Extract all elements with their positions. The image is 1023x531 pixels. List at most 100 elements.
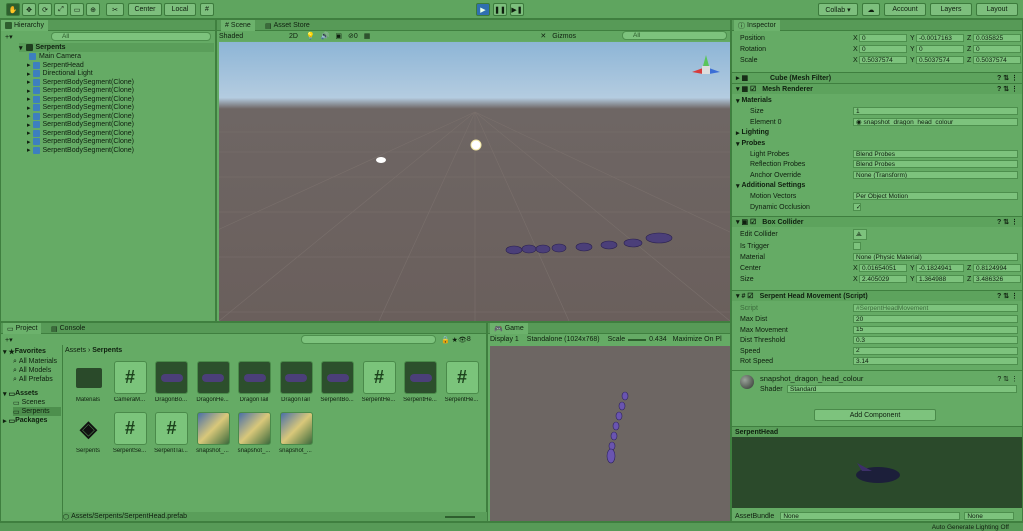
asset-tile[interactable]: # — [362, 361, 396, 394]
assetbundle-variant-dropdown[interactable]: None — [964, 512, 1015, 520]
expand-arrow-icon[interactable]: ▸ — [27, 104, 31, 112]
expand-arrow-icon[interactable]: ▸ — [27, 121, 31, 129]
transform-x-field[interactable]: 0 — [859, 45, 907, 53]
scene-viewport[interactable] — [219, 42, 730, 321]
materials-foldout[interactable]: ▾ Materials — [736, 96, 772, 105]
transform-z-field[interactable]: 0 — [973, 45, 1021, 53]
asset-tile[interactable]: # — [113, 361, 147, 394]
scale-slider[interactable] — [628, 338, 647, 341]
2d-toggle[interactable]: 2D — [289, 33, 298, 40]
component-menu-icon[interactable]: ? ⇅ ⋮ — [997, 292, 1018, 300]
lighting-foldout[interactable]: ▸ Lighting — [736, 128, 769, 137]
param-field[interactable]: 2 — [853, 346, 1018, 355]
light-icon[interactable]: 💡 — [306, 32, 315, 40]
add-component-button[interactable]: Add Component — [814, 409, 936, 421]
asset-tile[interactable] — [279, 412, 313, 445]
layers-dropdown[interactable]: Layers — [930, 3, 972, 16]
step-button[interactable]: ▶❚ — [510, 3, 524, 16]
param-field[interactable]: 15 — [853, 325, 1018, 334]
scene-root-row[interactable]: ▾ Serpents — [19, 43, 214, 52]
tab-hierarchy[interactable]: Hierarchy — [1, 20, 48, 31]
shader-dropdown[interactable]: Standard — [787, 385, 1017, 393]
resolution-dropdown[interactable]: Standalone (1024x768) — [527, 336, 600, 343]
asset-tile[interactable] — [404, 361, 437, 394]
collider-csize-y-field[interactable]: 1.364988 — [916, 275, 964, 283]
materials-size-field[interactable]: 1 — [853, 107, 1018, 115]
favorite-item[interactable]: ⌕ All Prefabs — [13, 375, 53, 384]
asset-tile[interactable]: # — [155, 412, 188, 445]
expand-arrow-icon[interactable]: ▸ — [27, 70, 31, 78]
collider-center-y-field[interactable]: -0.1824941 — [916, 264, 964, 272]
box-collider-header[interactable]: ▾ ▣ ☑ Box Collider? ⇅ ⋮ — [732, 216, 1022, 227]
project-filter-icons[interactable]: 🔒 ★ 👁 8 — [441, 335, 471, 344]
favorite-item[interactable]: ⌕ All Materials — [13, 357, 57, 366]
create-plus-icon[interactable]: +▾ — [5, 32, 13, 41]
tab-asset-store[interactable]: ▤ Asset Store — [261, 20, 314, 31]
asset-tile[interactable]: ◈ — [72, 412, 105, 445]
transform-z-field[interactable]: 0.5037574 — [973, 56, 1021, 64]
expand-arrow-icon[interactable]: ▸ — [27, 138, 31, 146]
asset-tile[interactable] — [238, 361, 271, 394]
tab-scene[interactable]: # Scene — [221, 20, 255, 31]
move-tool-icon[interactable]: ✥ — [22, 3, 36, 16]
gizmos-dropdown[interactable]: Gizmos — [552, 33, 576, 40]
expand-arrow-icon[interactable]: ▸ — [27, 95, 31, 103]
light-probes-dropdown[interactable]: Blend Probes — [853, 150, 1018, 158]
breadcrumb-assets[interactable]: Assets — [65, 347, 86, 354]
hand-tool-icon[interactable]: ✋ — [6, 3, 20, 16]
custom-tool-icon[interactable]: ✂ — [106, 3, 124, 16]
hierarchy-search-input[interactable]: All — [51, 32, 211, 41]
collab-button[interactable]: Collab ▾ — [818, 3, 858, 16]
component-menu-icon[interactable]: ? ⇅ ⋮ — [997, 74, 1018, 82]
component-menu-icon[interactable]: ? ⇅ ⋮ — [997, 218, 1018, 226]
transform-z-field[interactable]: 0.035825 — [973, 34, 1021, 42]
scale-tool-icon[interactable]: ⤢ — [54, 3, 68, 16]
expand-arrow-icon[interactable]: ▸ — [27, 87, 31, 95]
hierarchy-item[interactable]: ▸ SerpentBodySegment(Clone) — [27, 146, 134, 155]
transform-y-field[interactable]: 0 — [916, 45, 964, 53]
game-viewport[interactable] — [490, 346, 730, 521]
assetbundle-dropdown[interactable]: None — [780, 512, 961, 520]
additional-settings-foldout[interactable]: ▾ Additional Settings — [736, 181, 805, 190]
script-component-header[interactable]: ▾ # ☑ Serpent Head Movement (Script)? ⇅ ⋮ — [732, 290, 1022, 301]
axis-gizmo-icon[interactable] — [689, 52, 723, 86]
collider-material-field[interactable]: None (Physic Material) — [853, 253, 1018, 261]
asset-folder-item[interactable]: ▭ Serpents — [13, 407, 61, 416]
project-search-input[interactable] — [301, 335, 436, 344]
rotate-tool-icon[interactable]: ⟳ — [38, 3, 52, 16]
mesh-filter-header[interactable]: ▸ ▦ Cube (Mesh Filter)? ⇅ ⋮ — [732, 72, 1022, 83]
asset-tile[interactable]: # — [113, 412, 147, 445]
param-field[interactable]: 0.3 — [853, 336, 1018, 344]
grid-snap-icon[interactable]: # — [200, 3, 214, 16]
icon-size-slider[interactable] — [445, 515, 475, 518]
display-dropdown[interactable]: Display 1 — [490, 336, 519, 343]
layout-dropdown[interactable]: Layout — [976, 3, 1018, 16]
transform-x-field[interactable]: 0.5037574 — [859, 56, 907, 64]
mesh-renderer-header[interactable]: ▾ ▦ ☑ Mesh Renderer? ⇅ ⋮ — [732, 83, 1022, 94]
tab-inspector[interactable]: ⓘ Inspector — [734, 20, 780, 31]
asset-tile[interactable] — [279, 361, 313, 394]
expand-arrow-icon[interactable]: ▸ — [27, 61, 31, 69]
asset-tile[interactable] — [72, 361, 105, 394]
maximize-on-play-toggle[interactable]: Maximize On Pl — [673, 336, 722, 343]
audio-icon[interactable]: 🔊 — [321, 32, 330, 40]
scene-search-input[interactable]: All — [622, 31, 727, 40]
pause-button[interactable]: ❚❚ — [493, 3, 507, 16]
assets-row[interactable]: ▾ ▭ Assets — [3, 389, 38, 398]
anchor-override-field[interactable]: None (Transform) — [853, 171, 1018, 179]
asset-tile[interactable] — [196, 361, 230, 394]
grid-icon[interactable]: ▦ — [364, 32, 371, 40]
favorites-row[interactable]: ▾ ★ Favorites — [3, 347, 46, 356]
expand-arrow-icon[interactable]: ▸ — [27, 129, 31, 137]
element0-field[interactable]: ◉ snapshot_dragon_head_colour — [853, 118, 1018, 126]
asset-tile[interactable] — [196, 412, 230, 445]
effects-icon[interactable]: ▣ — [335, 32, 342, 40]
transform-y-field[interactable]: 0.5037574 — [916, 56, 964, 64]
collider-center-x-field[interactable]: 0.01654051 — [859, 264, 907, 272]
is-trigger-checkbox[interactable] — [853, 242, 861, 250]
breadcrumb-serpents[interactable]: Serpents — [92, 347, 122, 354]
reflection-probes-dropdown[interactable]: Blend Probes — [853, 160, 1018, 168]
tab-game[interactable]: 🎮 Game — [490, 323, 528, 334]
dynamic-occlusion-checkbox[interactable]: ✓ — [853, 203, 861, 211]
asset-tile[interactable] — [155, 361, 188, 394]
